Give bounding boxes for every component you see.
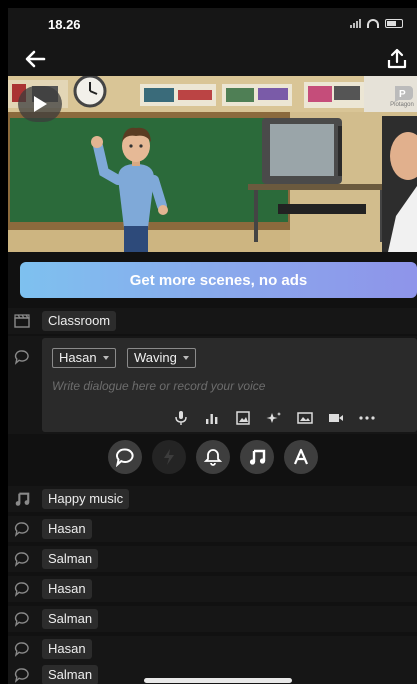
sparkle-icon[interactable] [265, 410, 283, 426]
timeline-item-label: Salman [42, 665, 99, 684]
sound-level-icon[interactable] [203, 410, 221, 426]
scene-preview[interactable]: P Plotagon [8, 76, 417, 252]
speech-bubble-icon [14, 642, 29, 657]
clapperboard-icon [14, 314, 30, 328]
microphone-icon[interactable] [172, 410, 190, 426]
app-frame: 18.26 P Plotagon Get more scenes, no ads… [8, 8, 417, 684]
image-icon[interactable] [234, 410, 252, 426]
timeline-item-label: Happy music [42, 489, 130, 509]
character-value: Hasan [59, 350, 97, 365]
location-row[interactable]: Classroom [8, 308, 417, 334]
flash-icon [163, 449, 174, 465]
timeline-item-label: Salman [42, 549, 99, 569]
timeline-item-label: Hasan [42, 579, 92, 599]
arrow-left-icon[interactable] [24, 49, 46, 69]
add-action-button[interactable] [151, 440, 186, 474]
speech-bubble-icon [14, 552, 29, 567]
top-toolbar [8, 42, 417, 76]
get-more-scenes-button[interactable]: Get more scenes, no ads [20, 262, 417, 298]
timeline-item-label: Hasan [42, 519, 92, 539]
add-text-button[interactable] [283, 440, 318, 474]
dialogue-editor: Hasan Waving Write dialogue here or reco… [8, 336, 417, 434]
speech-bubble-icon [14, 668, 29, 683]
more-icon[interactable] [358, 410, 376, 426]
timeline-item[interactable]: Salman [8, 606, 417, 632]
add-element-bar [8, 440, 417, 480]
landscape-icon[interactable] [296, 410, 314, 426]
speech-bubble-icon [14, 522, 29, 537]
signal-icon [350, 18, 361, 28]
timeline-item[interactable]: Hasan [8, 516, 417, 542]
play-button[interactable] [18, 86, 62, 122]
location-label: Classroom [42, 311, 117, 331]
action-value: Waving [134, 350, 177, 365]
svg-text:P: P [399, 89, 406, 100]
share-upload-icon[interactable] [385, 47, 409, 71]
status-time: 18.26 [48, 17, 81, 32]
action-dropdown[interactable]: Waving [127, 348, 196, 368]
add-sound-effect-button[interactable] [195, 440, 230, 474]
timeline-item[interactable]: Hasan [8, 636, 417, 662]
speech-bubble-icon [14, 350, 29, 365]
speech-bubble-icon [14, 582, 29, 597]
home-indicator[interactable] [144, 678, 292, 683]
video-camera-icon[interactable] [327, 410, 345, 426]
status-bar: 18.26 [8, 8, 417, 42]
timeline-item-label: Salman [42, 609, 99, 629]
plotagon-watermark: Plotagon [390, 102, 414, 108]
chevron-down-icon [182, 356, 189, 360]
plotagon-logo: P Plotagon [389, 84, 415, 112]
chevron-down-icon [102, 356, 109, 360]
text-icon [293, 448, 308, 465]
add-dialogue-button[interactable] [107, 440, 142, 474]
dialogue-input[interactable]: Write dialogue here or record your voice [52, 379, 265, 393]
wifi-icon [367, 18, 379, 28]
timeline-item[interactable]: Salman [8, 546, 417, 572]
status-icons [350, 18, 403, 28]
character-dropdown[interactable]: Hasan [52, 348, 116, 368]
add-music-button[interactable] [239, 440, 274, 474]
timeline-item[interactable]: Hasan [8, 576, 417, 602]
dialogue-icon [115, 448, 134, 467]
timeline-item[interactable]: Happy music [8, 486, 417, 512]
speech-bubble-icon [14, 612, 29, 627]
dialogue-panel: Hasan Waving Write dialogue here or reco… [42, 338, 417, 432]
music-note-icon [15, 492, 30, 506]
bell-icon [203, 449, 222, 466]
music-note-icon [249, 449, 265, 465]
timeline-item-label: Hasan [42, 639, 92, 659]
editor-tools [172, 410, 376, 426]
battery-icon [385, 18, 403, 28]
play-icon [34, 96, 47, 112]
